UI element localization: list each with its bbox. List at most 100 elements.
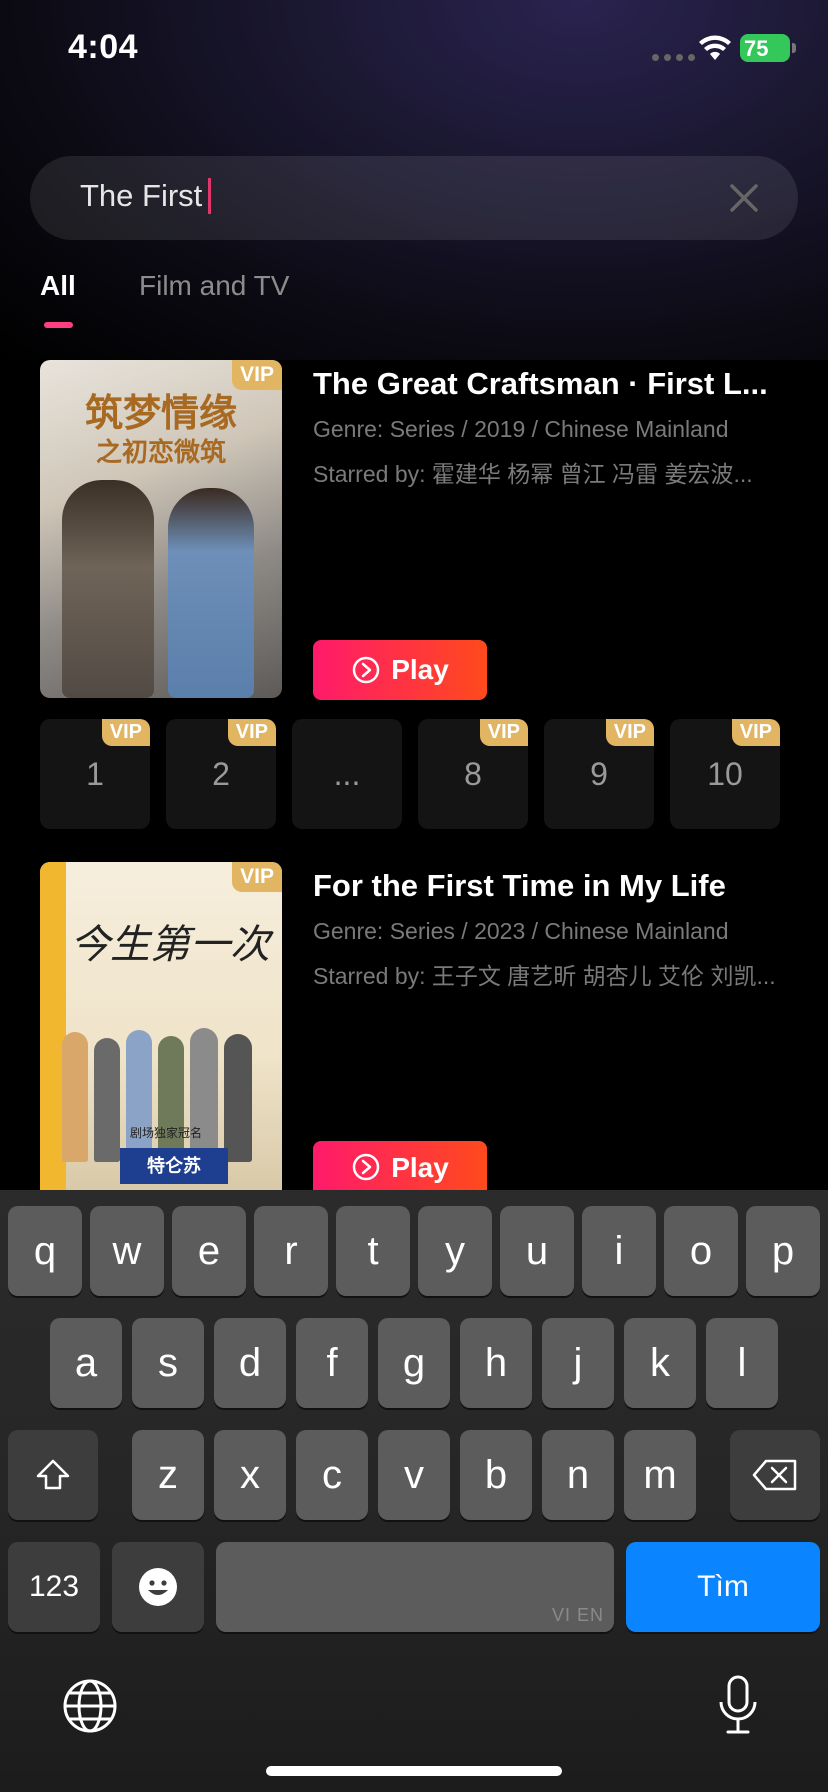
key-h[interactable]: h (460, 1318, 532, 1408)
poster-subtitle: 之初恋微筑 (95, 438, 226, 468)
episode-number: 8 (464, 755, 482, 792)
key-n[interactable]: n (542, 1430, 614, 1520)
play-circle-icon (352, 1153, 380, 1181)
search-submit-key[interactable]: Tìm (626, 1542, 820, 1632)
vip-badge: VIP (232, 862, 282, 892)
episode-button[interactable]: 8 VIP (418, 719, 528, 829)
result-title[interactable]: For the First Time in My Life (313, 868, 793, 904)
key-w[interactable]: w (90, 1206, 164, 1296)
poster-title: 今生第一次 (70, 922, 270, 968)
battery-level: 75 (744, 36, 769, 61)
key-a[interactable]: a (50, 1318, 122, 1408)
poster-sponsor-text: 剧场独家冠名 (130, 1126, 203, 1140)
episode-button[interactable]: 2 VIP (166, 719, 276, 829)
vip-badge: VIP (479, 719, 528, 746)
episode-number: 9 (590, 755, 608, 792)
cellular-signal-icon (652, 54, 695, 61)
result-info-first-time: For the First Time in My Life Genre: Ser… (313, 868, 793, 991)
status-bar: 4:04 75 (0, 0, 828, 100)
search-query: The First (80, 178, 203, 213)
key-m[interactable]: m (624, 1430, 696, 1520)
search-bar[interactable]: The First (30, 156, 798, 240)
result-cast: Starred by: 王子文 唐艺昕 胡杏儿 艾伦 刘凯... (313, 963, 776, 989)
globe-icon[interactable] (62, 1678, 118, 1734)
key-k[interactable]: k (624, 1318, 696, 1408)
episode-more-button[interactable]: ... (292, 719, 402, 829)
episode-number: ... (333, 755, 361, 792)
result-meta: Genre: Series / 2019 / Chinese Mainland (313, 416, 729, 442)
backspace-key[interactable] (730, 1430, 820, 1520)
vip-badge: VIP (731, 719, 780, 746)
play-button[interactable]: Play (313, 1141, 487, 1190)
result-info-great-craftsman: The Great Craftsman · First L... Genre: … (313, 366, 793, 489)
key-l[interactable]: l (706, 1318, 778, 1408)
poster-figure-man (62, 480, 154, 698)
episode-button[interactable]: 1 VIP (40, 719, 150, 829)
emoji-icon (139, 1568, 177, 1606)
key-i[interactable]: i (582, 1206, 656, 1296)
search-input[interactable]: The First (80, 178, 212, 214)
poster-figure (62, 1032, 88, 1162)
episode-list: 1 VIP 2 VIP ... 8 VIP 9 VIP 10 VIP (40, 719, 780, 829)
shift-key[interactable] (8, 1430, 98, 1520)
key-v[interactable]: v (378, 1430, 450, 1520)
home-indicator (266, 1766, 562, 1776)
tab-film-and-tv[interactable]: Film and TV (139, 270, 289, 302)
result-cast: Starred by: 霍建华 杨幂 曾江 冯雷 姜宏波... (313, 461, 753, 487)
key-r[interactable]: r (254, 1206, 328, 1296)
episode-button[interactable]: 10 VIP (670, 719, 780, 829)
vip-badge: VIP (227, 719, 276, 746)
clear-search-icon[interactable] (726, 180, 762, 216)
battery-icon: 75 (740, 34, 796, 62)
episode-number: 1 (86, 755, 104, 792)
key-c[interactable]: c (296, 1430, 368, 1520)
result-poster-first-time[interactable]: 今生第一次 剧场独家冠名 特仑苏 VIP (40, 862, 282, 1190)
episode-number: 2 (212, 755, 230, 792)
shift-icon (36, 1459, 70, 1490)
poster-figure-woman (168, 488, 254, 698)
tab-all[interactable]: All (40, 270, 76, 302)
key-d[interactable]: d (214, 1318, 286, 1408)
space-key[interactable]: VI EN (216, 1542, 614, 1632)
key-u[interactable]: u (500, 1206, 574, 1296)
episode-button[interactable]: 9 VIP (544, 719, 654, 829)
key-z[interactable]: z (132, 1430, 204, 1520)
numbers-key[interactable]: 123 (8, 1542, 100, 1632)
poster-title: 筑梦情缘 (84, 390, 237, 435)
key-q[interactable]: q (8, 1206, 82, 1296)
status-time: 4:04 (68, 28, 139, 66)
poster-figure (190, 1028, 218, 1162)
vip-badge: VIP (605, 719, 654, 746)
episode-number: 10 (707, 755, 743, 792)
key-t[interactable]: t (336, 1206, 410, 1296)
emoji-key[interactable] (112, 1542, 204, 1632)
play-label: Play (391, 1152, 449, 1183)
key-b[interactable]: b (460, 1430, 532, 1520)
poster-sponsor-logo: 特仑苏 (120, 1148, 228, 1184)
text-caret (208, 178, 212, 214)
key-e[interactable]: e (172, 1206, 246, 1296)
key-g[interactable]: g (378, 1318, 450, 1408)
backspace-icon (752, 1459, 797, 1491)
key-f[interactable]: f (296, 1318, 368, 1408)
result-title[interactable]: The Great Craftsman · First L... (313, 366, 793, 402)
key-o[interactable]: o (664, 1206, 738, 1296)
wifi-icon (699, 35, 731, 60)
key-j[interactable]: j (542, 1318, 614, 1408)
poster-figure (126, 1030, 152, 1162)
on-screen-keyboard: q w e r t y u i o p a s d f g h j k l z … (0, 1190, 828, 1792)
result-poster-great-craftsman[interactable]: 筑梦情缘 之初恋微筑 VIP (40, 360, 282, 698)
microphone-icon[interactable] (716, 1674, 760, 1736)
key-p[interactable]: p (746, 1206, 820, 1296)
result-meta: Genre: Series / 2023 / Chinese Mainland (313, 918, 729, 944)
poster-figure (158, 1036, 184, 1162)
play-label: Play (391, 654, 449, 685)
poster-figure (224, 1034, 252, 1162)
key-s[interactable]: s (132, 1318, 204, 1408)
key-y[interactable]: y (418, 1206, 492, 1296)
vip-badge: VIP (101, 719, 150, 746)
play-circle-icon (352, 656, 380, 684)
vip-badge: VIP (232, 360, 282, 390)
play-button[interactable]: Play (313, 640, 487, 700)
key-x[interactable]: x (214, 1430, 286, 1520)
